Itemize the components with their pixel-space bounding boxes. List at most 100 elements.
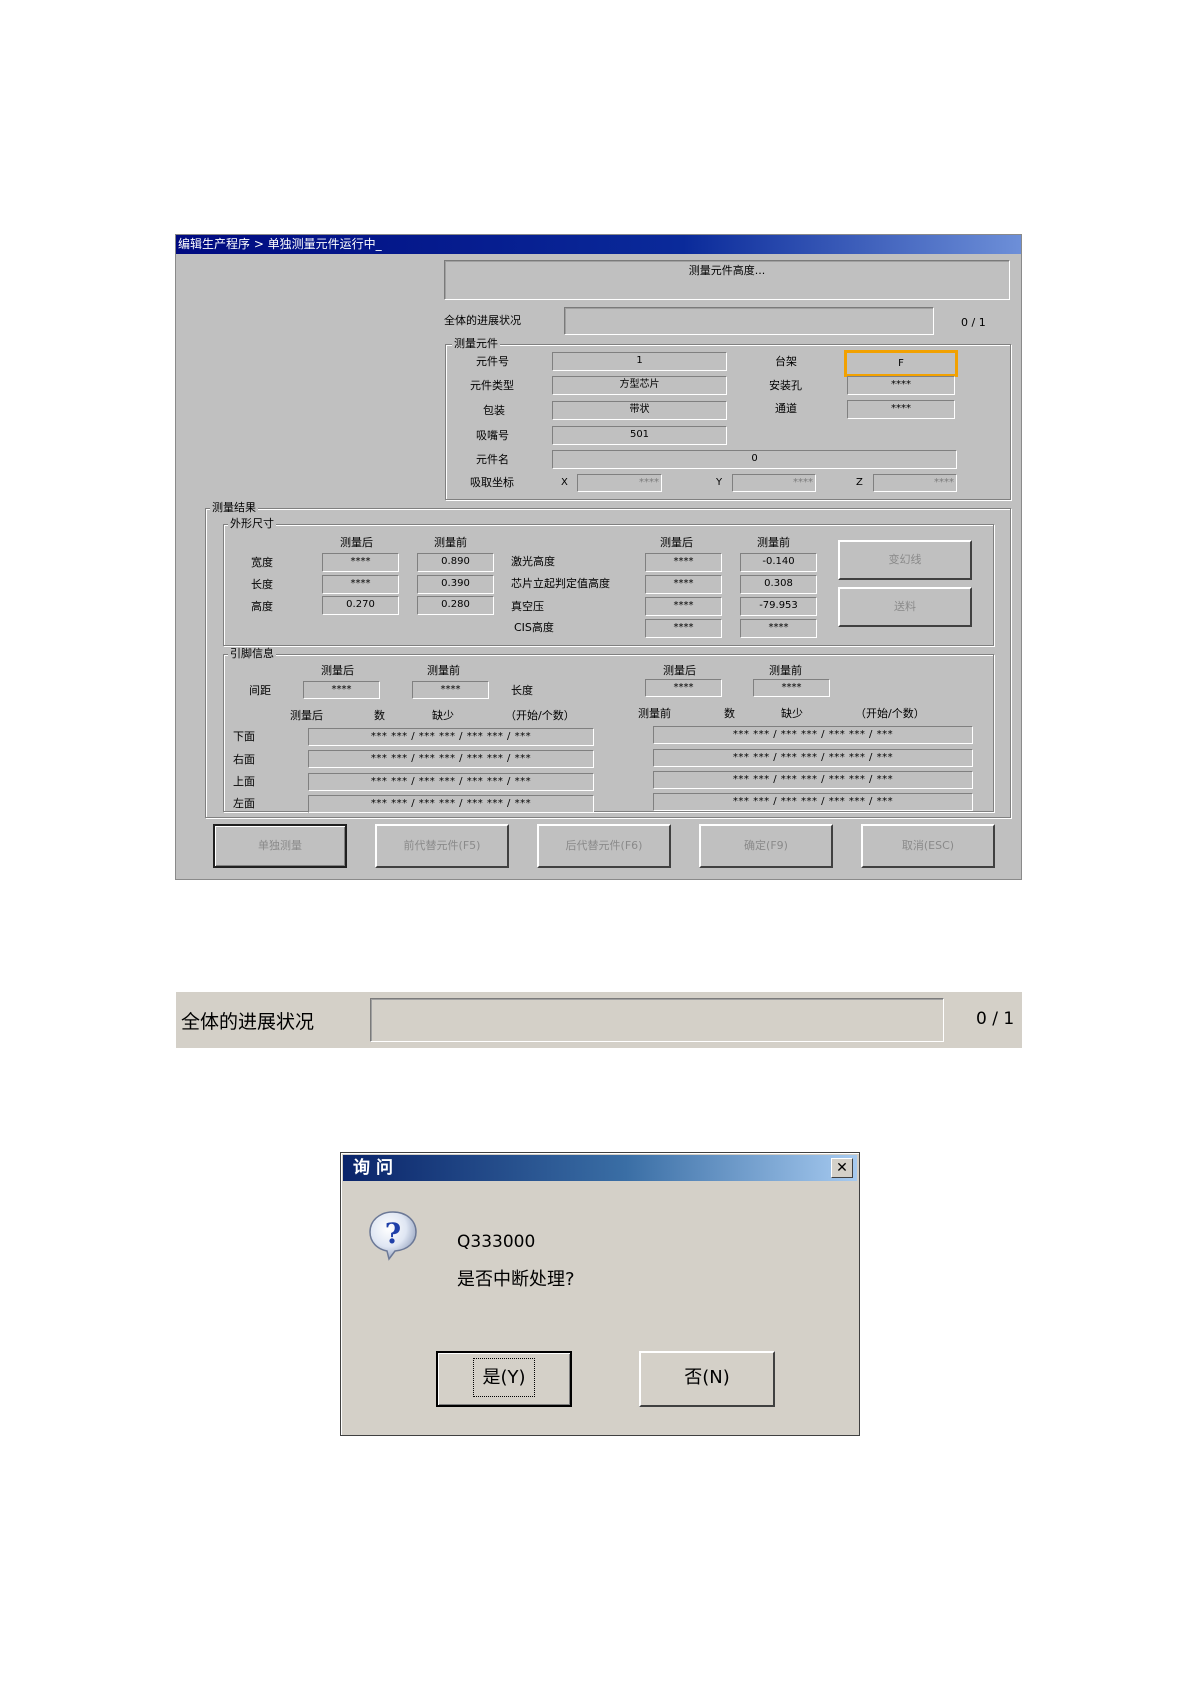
pick-x-label: X: [561, 477, 568, 488]
component-number-label: 元件号: [476, 355, 509, 368]
width-before-field: 0.890: [417, 553, 494, 572]
window-title: 编辑生产程序 > 单独测量元件运行中_: [176, 235, 1021, 254]
side-left-label: 左面: [233, 797, 255, 810]
pin-length-before-field: ****: [753, 679, 830, 697]
outline-before-header-2: 测量前: [757, 536, 790, 549]
laser-after-field: ****: [645, 553, 722, 572]
laser-before-field: -0.140: [740, 553, 817, 572]
side-left-before: *** *** / *** *** / *** *** / ***: [653, 793, 973, 811]
outline-group-title: 外形尺寸: [228, 517, 276, 530]
pin-col-missing: 缺少: [432, 709, 454, 722]
pitch-before-field: ****: [412, 681, 489, 699]
pins-group-title: 引脚信息: [228, 647, 276, 660]
close-icon: ✕: [836, 1160, 848, 1176]
width-after-field: ****: [322, 553, 399, 572]
height-label: 高度: [251, 600, 273, 613]
pick-x-field: ****: [577, 474, 662, 492]
mount-hole-field: ****: [847, 376, 955, 395]
side-bottom-label: 下面: [233, 730, 255, 743]
component-type-label: 元件类型: [470, 379, 514, 392]
pin-col-after: 测量后: [290, 709, 323, 722]
outline-before-header: 测量前: [434, 536, 467, 549]
next-substitute-button[interactable]: 后代替元件(F6): [537, 824, 671, 868]
rack-label: 台架: [775, 355, 797, 368]
pin-col-start-2: （开始/个数）: [855, 707, 925, 720]
pins-after-header: 测量后: [321, 664, 354, 677]
height-after-field: 0.270: [322, 596, 399, 615]
svg-text:?: ?: [385, 1217, 401, 1250]
nozzle-label: 吸嘴号: [476, 429, 509, 442]
cis-height-label: CIS高度: [514, 621, 554, 634]
zoom-progress-bar: [370, 998, 944, 1042]
length-after-field: ****: [322, 575, 399, 594]
side-bottom-before: *** *** / *** *** / *** *** / ***: [653, 726, 973, 744]
zoom-progress-count: 0 / 1: [976, 1009, 1015, 1029]
vacuum-label: 真空压: [511, 600, 544, 613]
pitch-label: 间距: [249, 684, 271, 697]
side-right-after: *** *** / *** *** / *** *** / ***: [308, 750, 594, 768]
side-top-after: *** *** / *** *** / *** *** / ***: [308, 773, 594, 791]
prev-substitute-button[interactable]: 前代替元件(F5): [375, 824, 509, 868]
pin-col-count: 数: [374, 709, 385, 722]
chip-stand-label: 芯片立起判定值高度: [511, 577, 610, 590]
mount-hole-label: 安装孔: [769, 379, 802, 392]
pitch-after-field: ****: [303, 681, 380, 699]
ok-button[interactable]: 确定(F9): [699, 824, 833, 868]
component-name-field: 0: [552, 450, 957, 469]
component-group-title: 测量元件: [452, 337, 500, 350]
side-top-before: *** *** / *** *** / *** *** / ***: [653, 771, 973, 789]
chip-stand-after-field: ****: [645, 575, 722, 594]
pick-z-label: Z: [856, 477, 863, 488]
pins-after-header-2: 测量后: [663, 664, 696, 677]
cancel-button[interactable]: 取消(ESC): [861, 824, 995, 868]
width-label: 宽度: [251, 556, 273, 569]
pick-y-label: Y: [716, 477, 723, 488]
results-group-title: 测量结果: [210, 501, 258, 514]
rack-field: F: [844, 350, 958, 377]
cis-after-field: ****: [645, 619, 722, 638]
lane-field: ****: [847, 400, 955, 419]
nozzle-field: 501: [552, 426, 727, 445]
pin-col-missing-2: 缺少: [781, 707, 803, 720]
dialog-code: Q333000: [457, 1232, 536, 1252]
laser-height-label: 激光高度: [511, 555, 555, 568]
zoom-progress-label: 全体的进展状况: [181, 1011, 315, 1033]
cis-before-field: ****: [740, 619, 817, 638]
overall-progress-bar: [564, 307, 934, 335]
lane-label: 通道: [775, 402, 797, 415]
dialog-title: 询问: [343, 1155, 857, 1181]
vacuum-after-field: ****: [645, 597, 722, 616]
progress-zoom-strip: 全体的进展状况 0 / 1: [176, 992, 1022, 1048]
length-label: 长度: [251, 578, 273, 591]
side-bottom-after: *** *** / *** *** / *** *** / ***: [308, 728, 594, 746]
dialog-message: 是否中断处理?: [457, 1269, 575, 1290]
dialog-close-button[interactable]: ✕: [831, 1158, 853, 1178]
side-right-label: 右面: [233, 753, 255, 766]
pick-y-field: ****: [732, 474, 816, 492]
yes-button[interactable]: 是(Y): [436, 1351, 572, 1407]
question-icon: ?: [369, 1211, 417, 1261]
overall-progress-label: 全体的进展状况: [444, 314, 521, 327]
no-button-label: 否(N): [684, 1367, 730, 1388]
pin-col-count-2: 数: [724, 707, 735, 720]
package-label: 包装: [483, 404, 505, 417]
feed-button[interactable]: 送料: [838, 587, 972, 627]
confirm-dialog: 询问 ✕ ? Q333000 是否中断处理? 是(Y) 否(N): [340, 1152, 860, 1436]
no-button[interactable]: 否(N): [639, 1351, 775, 1407]
chip-stand-before-field: 0.308: [740, 575, 817, 594]
vacuum-before-field: -79.953: [740, 597, 817, 616]
main-window: 编辑生产程序 > 单独测量元件运行中_ 测量元件高度... 全体的进展状况 0 …: [175, 234, 1022, 880]
single-measure-button[interactable]: 单独测量: [213, 824, 347, 868]
side-right-before: *** *** / *** *** / *** *** / ***: [653, 749, 973, 767]
change-line-button[interactable]: 变幻线: [838, 540, 972, 580]
pins-before-header: 测量前: [427, 664, 460, 677]
side-top-label: 上面: [233, 775, 255, 788]
pin-length-after-field: ****: [645, 679, 722, 697]
pick-z-field: ****: [873, 474, 957, 492]
yes-button-label: 是(Y): [473, 1358, 535, 1397]
height-before-field: 0.280: [417, 596, 494, 615]
pin-col-start: （开始/个数）: [505, 709, 575, 722]
side-left-after: *** *** / *** *** / *** *** / ***: [308, 795, 594, 813]
status-message: 测量元件高度...: [688, 264, 766, 277]
pins-before-header-2: 测量前: [769, 664, 802, 677]
